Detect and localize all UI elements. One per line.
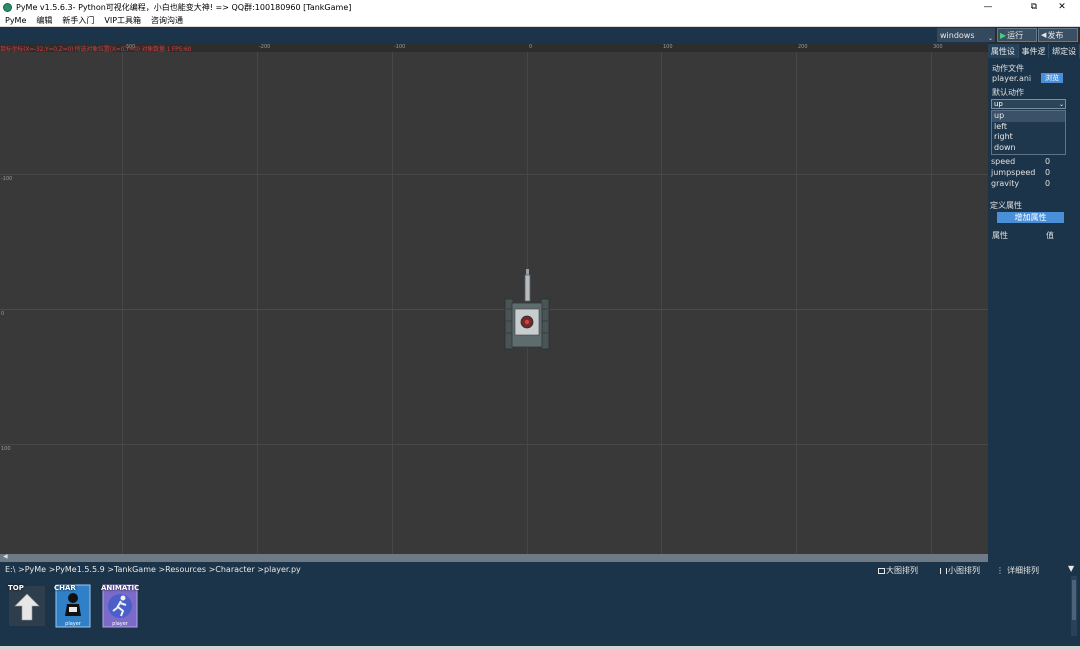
run-button[interactable]: ▶ 运行 [997,28,1037,42]
menu-item-vip-toolbox[interactable]: VIP工具箱 [99,15,146,26]
grid-line [796,52,797,554]
list-icon: ⋮ [996,566,1004,575]
tab-properties[interactable]: 属性设 [988,44,1019,58]
title-bar: PyMe v1.5.6.3- Python可视化编程，小白也能变大神! => Q… [0,0,1080,14]
file-item-label: TOP [8,584,24,592]
detail-view-option[interactable]: ⋮ 详细排列 [996,565,1039,576]
default-action-label: 默认动作 [992,88,1024,97]
attribute-column-header: 属性 [992,231,1008,240]
ruler-tick-label: 0 [1,311,5,317]
toolbar [0,27,988,44]
value-column-header: 值 [1046,231,1054,240]
grid-large-icon [878,567,885,574]
debug-info-text: 鼠标坐标(X=-32,Y=0,Z=0) 所选对象位置(X=0,Y=0) 对象数量… [0,46,192,53]
ruler-tick-label: -100 [1,176,13,182]
file-item-animation[interactable]: ANIMATIC player [101,584,139,628]
publish-button-label: 发布 [1047,30,1064,40]
dropdown-option-down[interactable]: down [992,143,1065,154]
dropdown-option-up[interactable]: up [992,111,1065,122]
ruler-tick-label: 200 [798,44,808,50]
add-attribute-button[interactable]: 增加属性 [997,212,1064,223]
grid-line [122,52,123,554]
dropdown-option-right[interactable]: right [992,132,1065,143]
ruler-tick-label: -100 [394,44,406,50]
action-file-value: player.ani [992,74,1032,83]
jumpspeed-value[interactable]: 0 [1045,168,1050,177]
scroll-left-icon[interactable]: ◀ [3,553,8,560]
large-icon-view-option[interactable]: 大图排列 [878,565,918,576]
grid-line [661,52,662,554]
gravity-label: gravity [991,179,1020,188]
custom-attributes-label: 定义属性 [990,201,1022,210]
play-icon: ▶ [1000,30,1007,40]
default-action-dropdown: up left right down [991,110,1066,155]
scene-canvas[interactable]: -300 -200 -100 0 100 200 300 鼠标坐标(X=-32,… [0,44,988,554]
file-item-label: ANIMATIC [101,584,140,592]
chevron-down-icon: ⌄ [987,35,993,42]
tank-sprite[interactable] [503,269,551,351]
action-file-label: 动作文件 [992,64,1024,73]
menu-bar: PyMe 编辑 新手入门 VIP工具箱 咨询沟通 [0,14,1080,27]
menu-item-consult[interactable]: 咨询沟通 [146,15,188,26]
run-button-label: 运行 [1007,30,1024,40]
file-item-label: CHAR [54,584,76,592]
grid-line [0,444,988,445]
grid-line [931,52,932,554]
vertical-scrollbar[interactable] [1071,576,1077,636]
status-bar [0,646,1080,650]
grid-line [0,174,988,175]
gravity-value[interactable]: 0 [1045,179,1050,188]
dropdown-option-left[interactable]: left [992,122,1065,133]
ruler-tick-label: 300 [933,44,943,50]
filter-icon[interactable]: ▼ [1068,564,1074,573]
breadcrumb[interactable]: E:\ >PyMe >PyMe1.5.5.9 >TankGame >Resour… [5,565,301,574]
browse-button[interactable]: 浏览 [1041,73,1063,83]
speed-value[interactable]: 0 [1045,157,1050,166]
ruler-tick-label: -200 [259,44,271,50]
publish-icon: ◀ [1041,31,1047,39]
ruler-tick-label: 0 [529,44,533,50]
app-logo-icon [3,2,12,12]
large-icon-view-label: 大图排列 [886,566,918,575]
properties-tabs: 属性设 事件逻 绑定设 [988,44,1080,58]
jumpspeed-label: jumpspeed [991,168,1036,177]
platform-select-value: windows [940,30,975,40]
properties-panel: 属性设 事件逻 绑定设 动作文件 player.ani 浏览 默认动作 up ⌄… [988,44,1080,562]
grid-line [257,52,258,554]
scrollbar-thumb[interactable] [1072,580,1076,620]
file-item-subtitle: player [112,621,128,627]
chevron-down-icon: ⌄ [1058,101,1064,108]
ruler-tick-label: 100 [663,44,673,50]
menu-item-getting-started[interactable]: 新手入门 [57,15,99,26]
default-action-select[interactable]: up ⌄ [991,99,1066,109]
publish-button[interactable]: ◀ 发布 [1038,28,1078,42]
close-button[interactable]: ✕ [1044,0,1080,14]
speed-label: speed [991,157,1016,166]
menu-item-pyme[interactable]: PyMe [0,16,31,25]
panel-splitter[interactable]: ◀ [0,553,988,562]
x-axis-line [0,309,988,310]
window-title: PyMe v1.5.6.3- Python可视化编程，小白也能变大神! => Q… [16,2,352,12]
menu-item-edit[interactable]: 编辑 [31,15,57,26]
file-item-subtitle: player [65,621,81,627]
grid-small-icon [940,567,947,574]
tab-bindings[interactable]: 绑定设 [1049,44,1080,58]
tab-event-logic[interactable]: 事件逻 [1019,44,1050,58]
resource-browser: E:\ >PyMe >PyMe1.5.5.9 >TankGame >Resour… [0,562,1080,646]
detail-view-label: 详细排列 [1007,566,1039,575]
file-item-character[interactable]: CHAR player [54,584,92,628]
default-action-select-value: up [994,100,1003,108]
minimize-button[interactable]: — [970,0,1006,14]
grid-line [392,52,393,554]
ruler-tick-label: 100 [1,446,11,452]
platform-select[interactable]: windows ⌄ [937,28,995,42]
small-icon-view-label: 小图排列 [948,566,980,575]
small-icon-view-option[interactable]: 小图排列 [940,565,980,576]
file-item-top[interactable]: TOP [8,584,46,628]
